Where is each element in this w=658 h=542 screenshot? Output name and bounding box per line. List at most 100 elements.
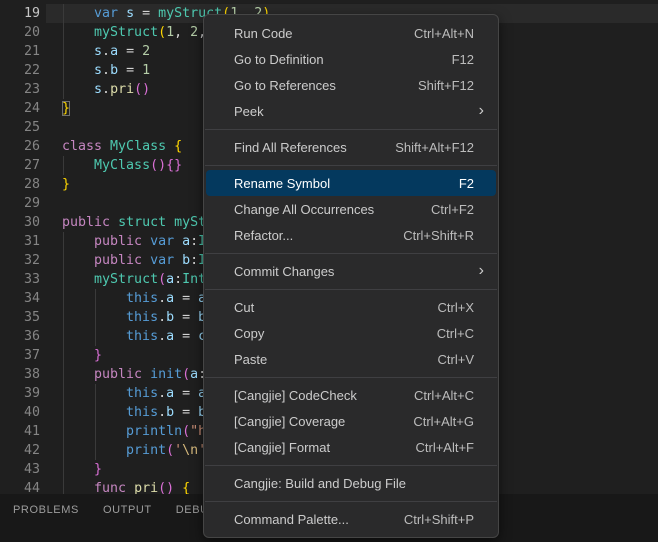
- menu-item-cangjie-codecheck[interactable]: [Cangjie] CodeCheckCtrl+Alt+C: [206, 382, 496, 408]
- menu-item-go-to-references[interactable]: Go to ReferencesShift+F12: [206, 72, 496, 98]
- line-number[interactable]: 42: [0, 441, 40, 460]
- menu-item-label: Copy: [234, 326, 437, 341]
- line-number[interactable]: 33: [0, 270, 40, 289]
- line-number[interactable]: 37: [0, 346, 40, 365]
- menu-item-label: Run Code: [234, 26, 414, 41]
- menu-item-label: Command Palette...: [234, 512, 404, 527]
- panel-tab-problems[interactable]: PROBLEMS: [13, 503, 79, 517]
- menu-item-shortcut: Ctrl+V: [438, 352, 474, 367]
- line-number[interactable]: 28: [0, 175, 40, 194]
- menu-item-shortcut: Shift+Alt+F12: [395, 140, 474, 155]
- line-number[interactable]: 32: [0, 251, 40, 270]
- menu-item-shortcut: Ctrl+F2: [431, 202, 474, 217]
- line-number[interactable]: 23: [0, 80, 40, 99]
- menu-item-shortcut: Ctrl+Alt+N: [414, 26, 474, 41]
- line-number[interactable]: 43: [0, 460, 40, 479]
- menu-separator: [205, 377, 497, 378]
- line-number[interactable]: 26: [0, 137, 40, 156]
- code-text: println("h: [62, 422, 206, 441]
- code-text: myStruct(1, 2,: [62, 23, 206, 42]
- menu-item-label: [Cangjie] Format: [234, 440, 415, 455]
- menu-item-label: Go to Definition: [234, 52, 452, 67]
- line-number[interactable]: 39: [0, 384, 40, 403]
- code-text: }: [62, 346, 102, 365]
- menu-item-cut[interactable]: CutCtrl+X: [206, 294, 496, 320]
- line-number[interactable]: 38: [0, 365, 40, 384]
- menu-item-label: Find All References: [234, 140, 395, 155]
- code-text: this.b = b: [62, 403, 206, 422]
- menu-item-label: Go to References: [234, 78, 418, 93]
- line-number[interactable]: 30: [0, 213, 40, 232]
- line-number[interactable]: 41: [0, 422, 40, 441]
- code-text: s.b = 1: [62, 61, 150, 80]
- line-number[interactable]: 31: [0, 232, 40, 251]
- submenu-arrow-icon: ›: [479, 103, 484, 119]
- code-text: public var a:I: [62, 232, 206, 251]
- panel-tab-output[interactable]: OUTPUT: [103, 503, 152, 517]
- menu-item-refactor[interactable]: Refactor...Ctrl+Shift+R: [206, 222, 496, 248]
- menu-separator: [205, 165, 497, 166]
- menu-separator: [205, 501, 497, 502]
- code-text: public var b:I: [62, 251, 206, 270]
- code-text: }: [62, 99, 70, 118]
- menu-item-label: Commit Changes: [234, 264, 479, 279]
- menu-separator: [205, 465, 497, 466]
- code-text: class MyClass {: [62, 137, 182, 156]
- menu-item-copy[interactable]: CopyCtrl+C: [206, 320, 496, 346]
- code-text: s.pri(): [62, 80, 150, 99]
- menu-item-run-code[interactable]: Run CodeCtrl+Alt+N: [206, 20, 496, 46]
- menu-item-label: Change All Occurrences: [234, 202, 431, 217]
- code-text: myStruct(a:Int: [62, 270, 206, 289]
- line-number[interactable]: 20: [0, 23, 40, 42]
- code-text: this.b = b: [62, 308, 206, 327]
- menu-item-commit-changes[interactable]: Commit Changes›: [206, 258, 496, 284]
- menu-item-cangjie-coverage[interactable]: [Cangjie] CoverageCtrl+Alt+G: [206, 408, 496, 434]
- menu-item-label: [Cangjie] Coverage: [234, 414, 413, 429]
- menu-item-shortcut: Ctrl+Shift+P: [404, 512, 474, 527]
- menu-item-label: [Cangjie] CodeCheck: [234, 388, 414, 403]
- menu-item-shortcut: Ctrl+Alt+C: [414, 388, 474, 403]
- menu-item-cangjie-build-and-debug-file[interactable]: Cangjie: Build and Debug File: [206, 470, 496, 496]
- menu-item-shortcut: F2: [459, 176, 474, 191]
- menu-separator: [205, 129, 497, 130]
- line-number[interactable]: 34: [0, 289, 40, 308]
- menu-item-peek[interactable]: Peek›: [206, 98, 496, 124]
- line-number[interactable]: 35: [0, 308, 40, 327]
- code-text: print('\n': [62, 441, 206, 460]
- menu-item-find-all-references[interactable]: Find All ReferencesShift+Alt+F12: [206, 134, 496, 160]
- menu-item-label: Cut: [234, 300, 438, 315]
- code-text: this.a = a: [62, 289, 206, 308]
- menu-item-label: Rename Symbol: [234, 176, 459, 191]
- line-number[interactable]: 27: [0, 156, 40, 175]
- line-number[interactable]: 40: [0, 403, 40, 422]
- code-text: }: [62, 175, 70, 194]
- menu-item-paste[interactable]: PasteCtrl+V: [206, 346, 496, 372]
- menu-item-shortcut: F12: [452, 52, 474, 67]
- code-text: s.a = 2: [62, 42, 150, 61]
- vscode-window: 19 var s = myStruct(1, 2)20 myStruct(1, …: [0, 0, 658, 542]
- line-number[interactable]: 21: [0, 42, 40, 61]
- menu-item-rename-symbol[interactable]: Rename SymbolF2: [206, 170, 496, 196]
- menu-item-shortcut: Ctrl+X: [438, 300, 474, 315]
- line-number[interactable]: 19: [0, 4, 40, 23]
- code-text: this.a = c: [62, 327, 206, 346]
- code-text: MyClass(){}: [62, 156, 182, 175]
- line-number[interactable]: 25: [0, 118, 40, 137]
- menu-item-shortcut: Ctrl+Shift+R: [403, 228, 474, 243]
- line-number[interactable]: 24: [0, 99, 40, 118]
- menu-item-command-palette[interactable]: Command Palette...Ctrl+Shift+P: [206, 506, 496, 532]
- line-number[interactable]: 44: [0, 479, 40, 494]
- menu-item-shortcut: Ctrl+C: [437, 326, 474, 341]
- editor-context-menu: Run CodeCtrl+Alt+NGo to DefinitionF12Go …: [203, 14, 499, 538]
- line-number[interactable]: 36: [0, 327, 40, 346]
- menu-item-shortcut: Shift+F12: [418, 78, 474, 93]
- line-number[interactable]: 22: [0, 61, 40, 80]
- menu-item-shortcut: Ctrl+Alt+G: [413, 414, 474, 429]
- menu-separator: [205, 253, 497, 254]
- menu-item-change-all-occurrences[interactable]: Change All OccurrencesCtrl+F2: [206, 196, 496, 222]
- menu-item-go-to-definition[interactable]: Go to DefinitionF12: [206, 46, 496, 72]
- menu-item-cangjie-format[interactable]: [Cangjie] FormatCtrl+Alt+F: [206, 434, 496, 460]
- menu-item-label: Cangjie: Build and Debug File: [234, 476, 474, 491]
- line-number[interactable]: 29: [0, 194, 40, 213]
- menu-item-label: Paste: [234, 352, 438, 367]
